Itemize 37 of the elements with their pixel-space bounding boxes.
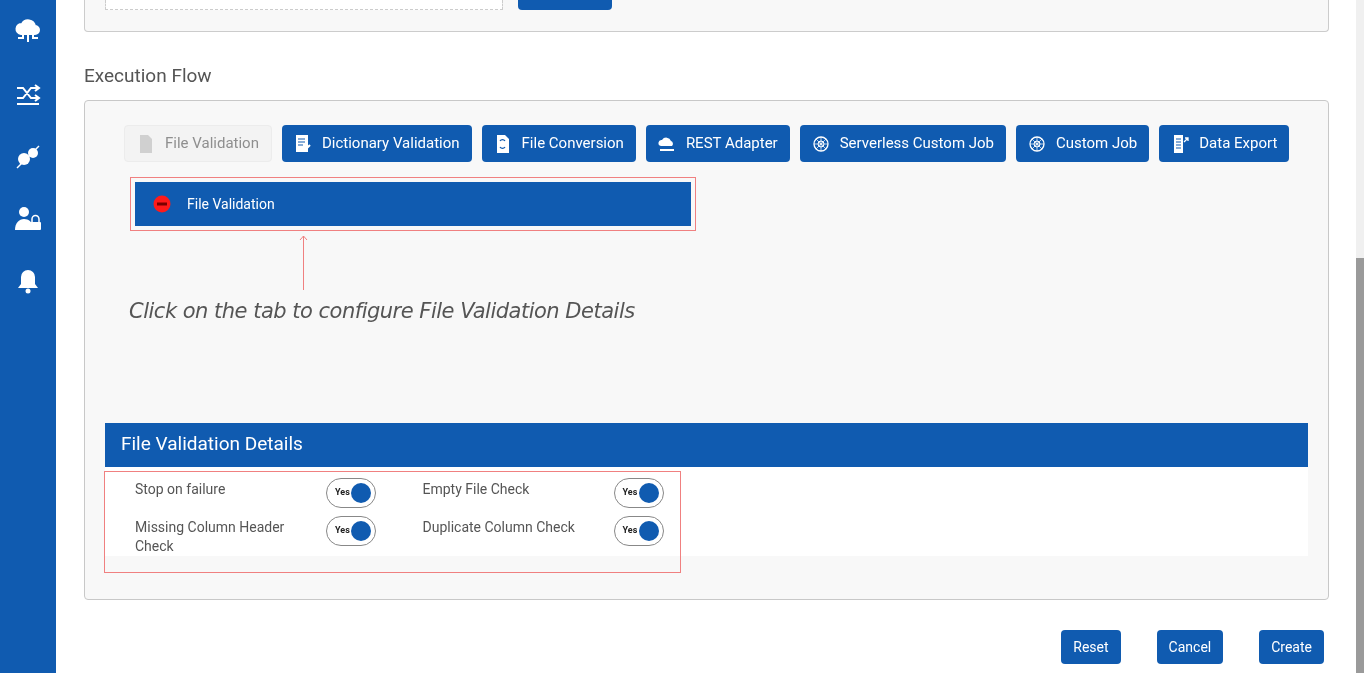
step-button[interactable]: Serverless Custom Job — [799, 125, 1006, 162]
toggle-knob — [638, 520, 659, 541]
toggle-knob — [351, 520, 371, 541]
checklist-icon — [293, 133, 312, 154]
option-label: Stop on failure — [135, 479, 227, 499]
section-title: Execution Flow — [84, 64, 213, 88]
footer-button[interactable]: Create — [1259, 630, 1324, 664]
option-label: Missing Column Header Check — [135, 517, 286, 556]
details-title: File Validation Details — [121, 431, 303, 458]
hint-text: Click on the tab to configure File Validation Details — [129, 298, 636, 325]
toggle-switch[interactable]: Yes — [326, 515, 376, 546]
footer-button[interactable]: Cancel — [1156, 630, 1224, 664]
wheel-icon — [1028, 133, 1046, 154]
step-button[interactable]: Custom Job — [1016, 125, 1150, 162]
toggle-switch[interactable]: Yes — [613, 515, 664, 546]
document-icon — [137, 133, 155, 154]
toggle-knob — [351, 482, 371, 503]
document-arrow-icon — [1171, 133, 1190, 154]
user-lock-icon[interactable] — [14, 206, 42, 232]
option-label: Empty File Check — [422, 479, 531, 499]
step-button[interactable]: REST Adapter — [645, 125, 790, 162]
wheel-icon — [811, 133, 830, 154]
bell-icon[interactable] — [17, 268, 39, 294]
option-label: Duplicate Column Check — [422, 517, 576, 537]
toggle-knob — [638, 482, 659, 503]
upload-field[interactable] — [105, 0, 503, 10]
toggle-switch[interactable]: Yes — [326, 477, 376, 508]
scrollbar-thumb[interactable] — [1356, 258, 1364, 673]
toggle-switch[interactable]: Yes — [613, 477, 664, 508]
arrow — [299, 235, 308, 290]
footer-button[interactable]: Reset — [1061, 630, 1121, 664]
remove-icon[interactable] — [153, 195, 171, 213]
step-button[interactable]: Dictionary Validation — [281, 125, 472, 162]
step-button[interactable]: Data Export — [1159, 125, 1290, 162]
step-button[interactable]: File Conversion — [481, 125, 636, 162]
flow-step[interactable]: File Validation — [135, 182, 691, 226]
shuffle-arrows-icon[interactable] — [15, 82, 41, 108]
